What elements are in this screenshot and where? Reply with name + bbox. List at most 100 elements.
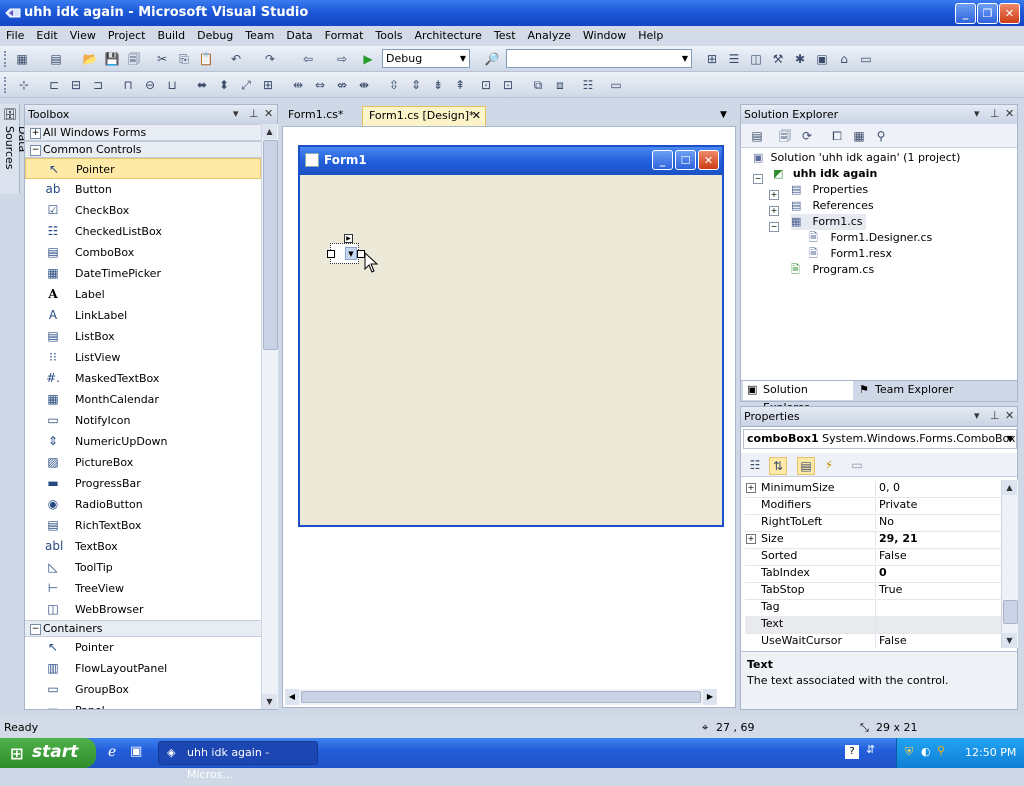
- search-icon[interactable]: ⚲: [937, 744, 945, 757]
- internet-explorer-icon[interactable]: ℯ: [108, 744, 116, 760]
- toolbox-item-pointer[interactable]: ↖ Pointer: [25, 637, 261, 658]
- tab-team-explorer[interactable]: ⚑ Team Explorer: [855, 381, 965, 400]
- categorized-icon[interactable]: ☷: [747, 457, 763, 473]
- column-divider[interactable]: [875, 480, 876, 496]
- collapse-icon[interactable]: −: [30, 624, 41, 635]
- toolbox-icon[interactable]: ⚒: [770, 51, 786, 67]
- resize-handle-left[interactable]: [327, 250, 335, 258]
- close-icon[interactable]: ✕: [1005, 409, 1014, 422]
- view-designer-icon[interactable]: ▦: [851, 128, 867, 144]
- property-value[interactable]: False: [879, 633, 907, 648]
- property-row-sorted[interactable]: Sorted False: [745, 548, 1001, 566]
- expand-icon[interactable]: +: [769, 206, 779, 216]
- scroll-left-icon[interactable]: ◀: [285, 689, 299, 705]
- menu-help[interactable]: Help: [632, 26, 669, 46]
- toolbar-grip[interactable]: [4, 77, 9, 93]
- alphabetical-icon[interactable]: ⇅: [769, 457, 787, 475]
- toolbox-item-listview[interactable]: ⁝⁝ ListView: [25, 347, 261, 368]
- minimize-button[interactable]: _: [955, 3, 976, 24]
- menu-view[interactable]: View: [64, 26, 102, 46]
- menu-project[interactable]: Project: [102, 26, 152, 46]
- toolbar-overflow-icon[interactable]: ▭: [858, 51, 874, 67]
- quick-launch-icon[interactable]: ▣: [130, 744, 142, 759]
- close-icon[interactable]: ✕: [264, 107, 273, 120]
- collapse-icon[interactable]: −: [753, 174, 763, 184]
- copy-icon[interactable]: ⎘: [176, 51, 192, 67]
- property-row-text[interactable]: Text: [745, 616, 1001, 634]
- make-same-size-icon[interactable]: ⤢: [238, 77, 254, 93]
- column-divider[interactable]: [875, 531, 876, 547]
- toolbox-item-maskedtextbox[interactable]: #. MaskedTextBox: [25, 368, 261, 389]
- remove-horizontal-spacing-icon[interactable]: ⇼: [356, 77, 372, 93]
- align-bottoms-icon[interactable]: ⊔: [164, 77, 180, 93]
- center-horizontally-icon[interactable]: ⊡: [478, 77, 494, 93]
- scroll-down-icon[interactable]: ▼: [1002, 633, 1017, 648]
- start-debugging-icon[interactable]: ▶: [360, 51, 376, 67]
- toolbox-item-textbox[interactable]: abl TextBox: [25, 536, 261, 557]
- save-all-icon[interactable]: 🗐: [126, 51, 142, 67]
- menu-test[interactable]: Test: [488, 26, 522, 46]
- scroll-thumb[interactable]: [263, 140, 278, 350]
- volume-icon[interactable]: ◐: [921, 745, 931, 758]
- property-row-tabindex[interactable]: TabIndex 0: [745, 565, 1001, 583]
- menu-data[interactable]: Data: [280, 26, 318, 46]
- program-cs-node[interactable]: 🗎 Program.cs: [791, 262, 874, 278]
- expand-icon[interactable]: +: [746, 534, 756, 544]
- form1-window[interactable]: Form1 _ ☐ ✕: [298, 145, 724, 527]
- cut-icon[interactable]: ✂: [154, 51, 170, 67]
- toolbox-item-checkbox[interactable]: ☑ CheckBox: [25, 200, 261, 221]
- menu-format[interactable]: Format: [319, 26, 370, 46]
- expand-icon[interactable]: +: [769, 190, 779, 200]
- toolbox-item-datetimepicker[interactable]: ▦ DateTimePicker: [25, 263, 261, 284]
- property-value[interactable]: Private: [879, 497, 917, 513]
- view-code-icon[interactable]: ⧠: [829, 128, 845, 144]
- form1-resx-node[interactable]: 🗎 Form1.resx: [809, 246, 892, 262]
- add-item-icon[interactable]: ▤: [48, 51, 64, 67]
- paste-icon[interactable]: 📋: [198, 51, 214, 67]
- form1-designer-node[interactable]: 🗎 Form1.Designer.cs: [809, 230, 932, 246]
- toolbar-overflow-icon[interactable]: ▭: [608, 77, 624, 93]
- menu-file[interactable]: File: [0, 26, 30, 46]
- column-divider[interactable]: [875, 633, 876, 648]
- redo-icon[interactable]: ↷: [262, 51, 278, 67]
- close-icon[interactable]: ✕: [472, 107, 481, 125]
- smart-tag-icon[interactable]: ▶: [344, 234, 353, 243]
- properties-window-icon[interactable]: ☰: [726, 51, 742, 67]
- menu-analyze[interactable]: Analyze: [522, 26, 577, 46]
- align-to-grid-icon[interactable]: ⊹: [16, 77, 32, 93]
- toolbox-item-monthcalendar[interactable]: ▦ MonthCalendar: [25, 389, 261, 410]
- property-row-minimumsize[interactable]: + MinimumSize 0, 0: [745, 480, 1001, 498]
- scroll-down-icon[interactable]: ▼: [262, 694, 277, 709]
- increase-horizontal-spacing-icon[interactable]: ⇔: [312, 77, 328, 93]
- horizontal-spacing-icon[interactable]: ⇹: [290, 77, 306, 93]
- property-value[interactable]: 0: [879, 565, 887, 581]
- object-selector-combo[interactable]: comboBox1 System.Windows.Forms.ComboBox …: [743, 429, 1017, 449]
- solution-explorer-icon[interactable]: ⊞: [704, 51, 720, 67]
- help-icon[interactable]: ?: [845, 745, 859, 759]
- toolbox-item-button[interactable]: ab Button: [25, 179, 261, 200]
- toolbox-item-panel[interactable]: ▭ Panel: [25, 700, 261, 709]
- collapse-icon[interactable]: −: [30, 145, 41, 156]
- align-tops-icon[interactable]: ⊓: [120, 77, 136, 93]
- vertical-spacing-icon[interactable]: ⇳: [386, 77, 402, 93]
- align-centers-icon[interactable]: ⊟: [68, 77, 84, 93]
- toolbox-item-tooltip[interactable]: ◺ ToolTip: [25, 557, 261, 578]
- data-sources-side-tab[interactable]: 🗄 Data Sources: [0, 104, 29, 194]
- start-page-icon[interactable]: ⌂: [836, 51, 852, 67]
- property-value[interactable]: False: [879, 548, 907, 564]
- align-rights-icon[interactable]: ⊐: [90, 77, 106, 93]
- security-shield-icon[interactable]: ⛨: [905, 745, 913, 759]
- toolbox-group-all-windows-forms[interactable]: + All Windows Forms: [25, 124, 261, 141]
- size-to-grid-icon[interactable]: ⊞: [260, 77, 276, 93]
- tab-form1-cs[interactable]: Form1.cs*: [282, 106, 349, 126]
- menu-tools[interactable]: Tools: [369, 26, 408, 46]
- decrease-vertical-spacing-icon[interactable]: ⇟: [430, 77, 446, 93]
- form1-cs-node[interactable]: ▦ Form1.cs: [791, 214, 867, 230]
- bring-to-front-icon[interactable]: ⧉: [530, 77, 546, 93]
- start-button[interactable]: ⊞ start: [0, 738, 96, 768]
- toolbox-item-label[interactable]: A Label: [25, 284, 261, 305]
- scroll-right-icon[interactable]: ▶: [703, 689, 717, 705]
- navigate-back-icon[interactable]: ⇦: [300, 51, 316, 67]
- toolbox-item-notifyicon[interactable]: ▭ NotifyIcon: [25, 410, 261, 431]
- property-row-modifiers[interactable]: Modifiers Private: [745, 497, 1001, 515]
